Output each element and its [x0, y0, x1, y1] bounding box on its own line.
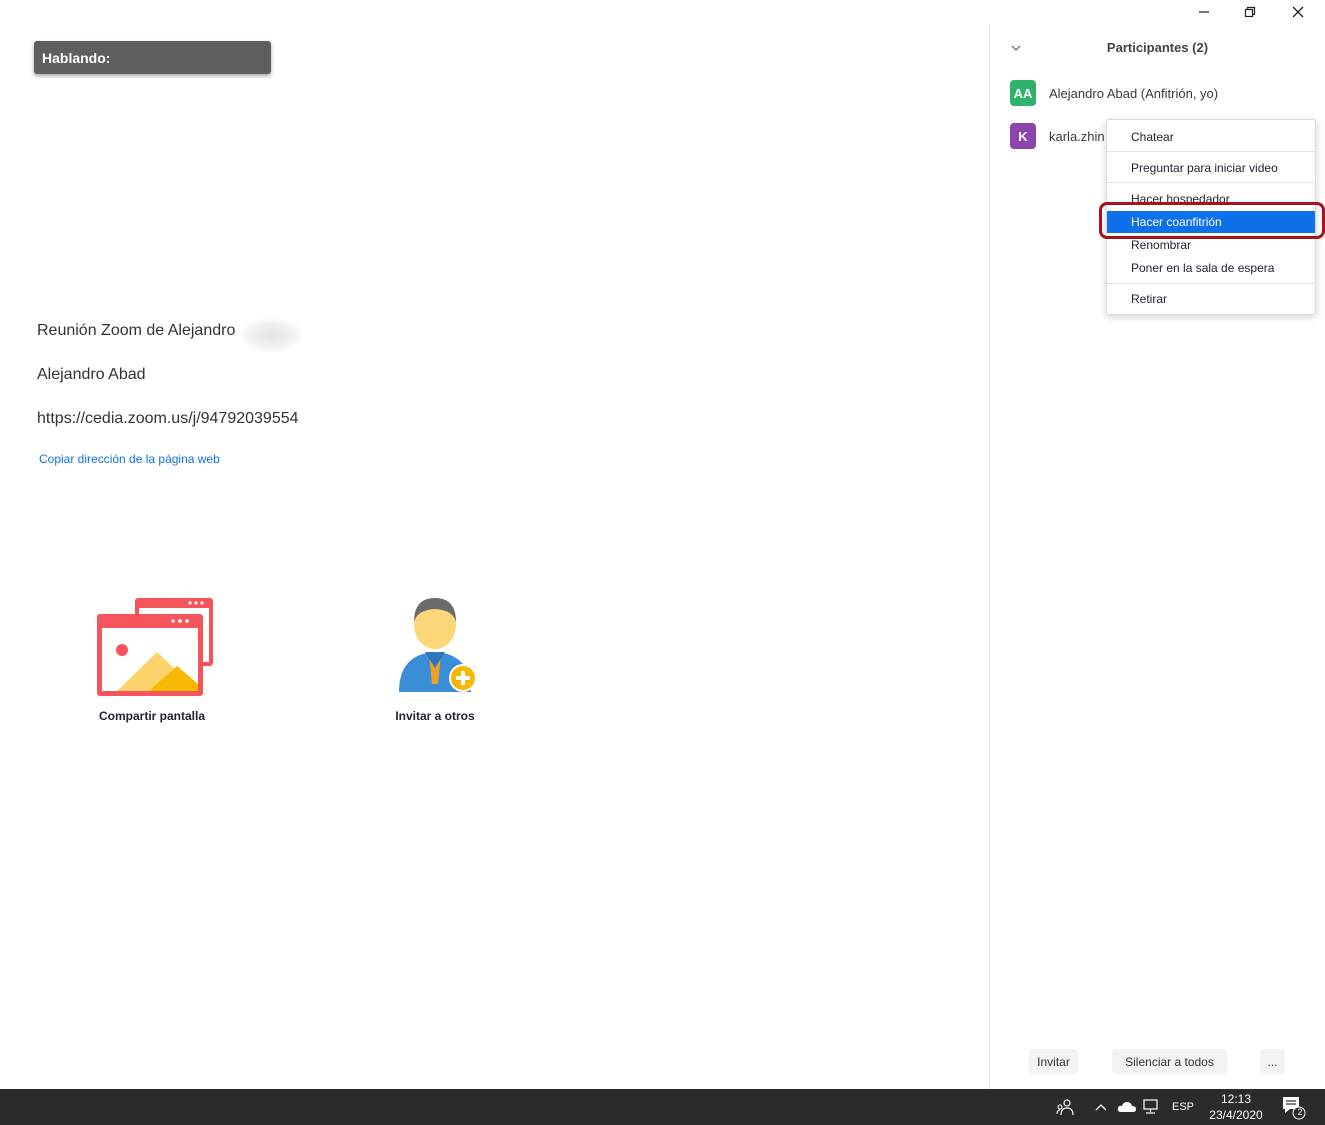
- meeting-title: Reunión Zoom de Alejandro: [37, 322, 236, 339]
- chevron-up-icon: [1095, 1104, 1107, 1111]
- share-screen-button[interactable]: Compartir pantalla: [82, 594, 222, 723]
- minimize-icon: [1199, 11, 1209, 13]
- redacted-blur: [240, 318, 302, 352]
- collapse-panel-button[interactable]: [1006, 38, 1026, 58]
- more-options-button[interactable]: ...: [1260, 1049, 1285, 1074]
- avatar: K: [1010, 123, 1036, 149]
- close-button[interactable]: [1275, 0, 1321, 24]
- meeting-area: [0, 0, 990, 1089]
- close-icon: [1292, 6, 1304, 18]
- menu-divider: [1107, 182, 1315, 183]
- invite-person-icon: [399, 598, 477, 692]
- speaking-badge: Hablando:: [34, 41, 271, 74]
- share-screen-label: Compartir pantalla: [98, 709, 206, 723]
- network-icon: [1143, 1099, 1158, 1114]
- host-name: Alejandro Abad: [37, 366, 146, 383]
- meeting-url: https://cedia.zoom.us/j/94792039554: [37, 410, 299, 427]
- network-button[interactable]: [1142, 1089, 1162, 1125]
- restore-icon: [1244, 6, 1256, 18]
- avatar: AA: [1010, 80, 1036, 106]
- restore-button[interactable]: [1227, 0, 1273, 24]
- menu-item-waiting-room[interactable]: Poner en la sala de espera: [1107, 257, 1315, 279]
- people-button[interactable]: [1054, 1089, 1076, 1125]
- participant-name: Alejandro Abad (Anfitrión, yo): [1049, 85, 1219, 101]
- show-hidden-icons-button[interactable]: [1092, 1089, 1110, 1125]
- menu-item-ask-start-video[interactable]: Preguntar para iniciar video: [1107, 157, 1315, 179]
- invite-button[interactable]: Invitar: [1029, 1049, 1078, 1074]
- invite-others-label: Invitar a otros: [395, 709, 475, 723]
- menu-item-chat[interactable]: Chatear: [1107, 126, 1315, 148]
- participant-row[interactable]: AA Alejandro Abad (Anfitrión, yo): [1010, 80, 1310, 106]
- menu-item-rename[interactable]: Renombrar: [1107, 234, 1315, 256]
- clock-date: 23/4/2020: [1209, 1108, 1263, 1122]
- people-icon: [1056, 1099, 1074, 1116]
- zoom-meeting-window: Hablando: Reunión Zoom de Alejandro Alej…: [0, 0, 1325, 1125]
- menu-divider: [1107, 283, 1315, 284]
- participants-title: Participantes (2): [1106, 40, 1209, 55]
- chevron-down-icon: [1011, 45, 1021, 51]
- language-indicator[interactable]: ESP: [1166, 1089, 1200, 1125]
- menu-item-remove[interactable]: Retirar: [1107, 288, 1315, 310]
- action-center-button[interactable]: 2: [1278, 1089, 1308, 1125]
- minimize-button[interactable]: [1181, 0, 1227, 24]
- participant-name: karla.zhin: [1049, 128, 1105, 144]
- menu-item-make-cohost[interactable]: Hacer coanfitrión: [1107, 211, 1315, 233]
- menu-item-make-host[interactable]: Hacer hospedador: [1107, 188, 1315, 210]
- share-screen-icon: [97, 598, 213, 696]
- invite-others-button[interactable]: Invitar a otros: [370, 592, 500, 723]
- mute-all-button[interactable]: Silenciar a todos: [1112, 1049, 1227, 1074]
- participant-context-menu: Chatear Preguntar para iniciar video Hac…: [1106, 119, 1316, 315]
- copy-url-link[interactable]: Copiar dirección de la página web: [39, 452, 220, 466]
- notification-count: 2: [1297, 1107, 1303, 1117]
- onedrive-button[interactable]: [1116, 1089, 1138, 1125]
- clock-time: 12:13: [1220, 1092, 1252, 1106]
- taskbar-clock[interactable]: 12:13 23/4/2020: [1202, 1091, 1270, 1123]
- cloud-icon: [1117, 1102, 1136, 1112]
- menu-divider: [1107, 151, 1315, 152]
